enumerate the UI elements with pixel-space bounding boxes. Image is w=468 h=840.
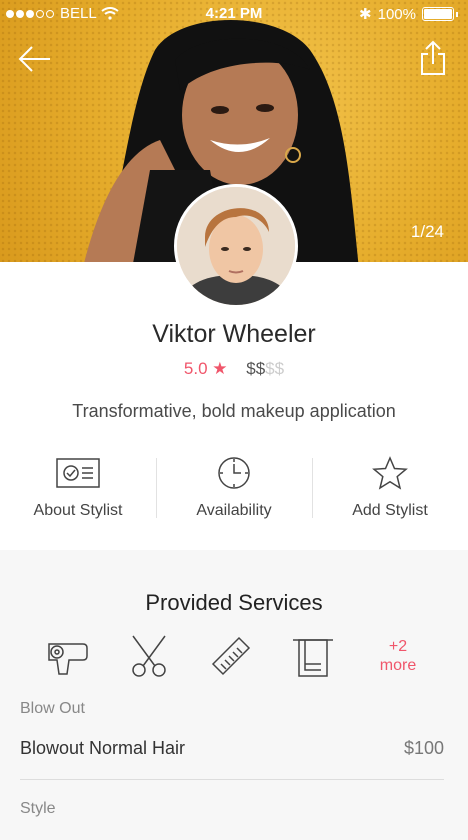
add-stylist-label: Add Stylist (352, 502, 428, 519)
towel-icon[interactable] (291, 634, 335, 678)
stylist-tagline: Transformative, bold makeup application (72, 401, 396, 421)
arrow-left-icon[interactable] (18, 44, 52, 74)
more-services-count: +2 (388, 638, 408, 655)
star-outline-icon (372, 456, 408, 490)
service-item-price: $100 (403, 738, 444, 758)
more-services-button[interactable]: +2 more (373, 637, 423, 675)
star-icon: ★ (212, 359, 228, 378)
price-level-active: $$ (246, 359, 266, 378)
avatar-image (177, 187, 295, 305)
service-category-blow-out: Blow Out (20, 700, 85, 717)
scissors-icon[interactable] (127, 634, 171, 678)
about-stylist-button[interactable]: About Stylist (0, 456, 156, 520)
more-services-label: more (379, 657, 417, 674)
services-title: Provided Services (145, 590, 323, 615)
stylist-name: Viktor Wheeler (152, 320, 316, 348)
battery-percent: 100% (377, 5, 416, 23)
service-icons-row: +2 more (0, 634, 468, 678)
comb-icon[interactable] (209, 634, 253, 678)
divider (20, 779, 444, 780)
avatar[interactable] (174, 184, 298, 308)
availability-button[interactable]: Availability (156, 456, 312, 520)
price-level-inactive: $$ (265, 359, 285, 378)
add-stylist-button[interactable]: Add Stylist (312, 456, 468, 520)
provided-services-section: Provided Services +2 more Blow Out Blowo… (0, 550, 468, 840)
service-item-name: Blowout Normal Hair (20, 738, 186, 758)
service-item-blowout-normal-hair[interactable]: Blowout Normal Hair $100 (0, 738, 468, 759)
bluetooth-icon: ✱ (359, 6, 372, 23)
battery-icon (422, 7, 454, 21)
clock-icon (218, 457, 250, 489)
photo-counter: 1/24 (410, 222, 444, 241)
id-card-icon (56, 458, 100, 488)
availability-label: Availability (196, 502, 272, 519)
rating-value: 5.0 (183, 359, 208, 378)
service-category-style: Style (20, 800, 56, 817)
stylist-meta: 5.0 ★ $$$$ (0, 359, 468, 379)
action-bar: About Stylist Availability Add Stylist (0, 456, 468, 520)
share-icon[interactable] (420, 40, 446, 76)
about-stylist-label: About Stylist (33, 502, 123, 519)
status-bar: BELL 4:21 PM ✱ 100% (0, 0, 468, 28)
hair-dryer-icon[interactable] (45, 634, 89, 678)
